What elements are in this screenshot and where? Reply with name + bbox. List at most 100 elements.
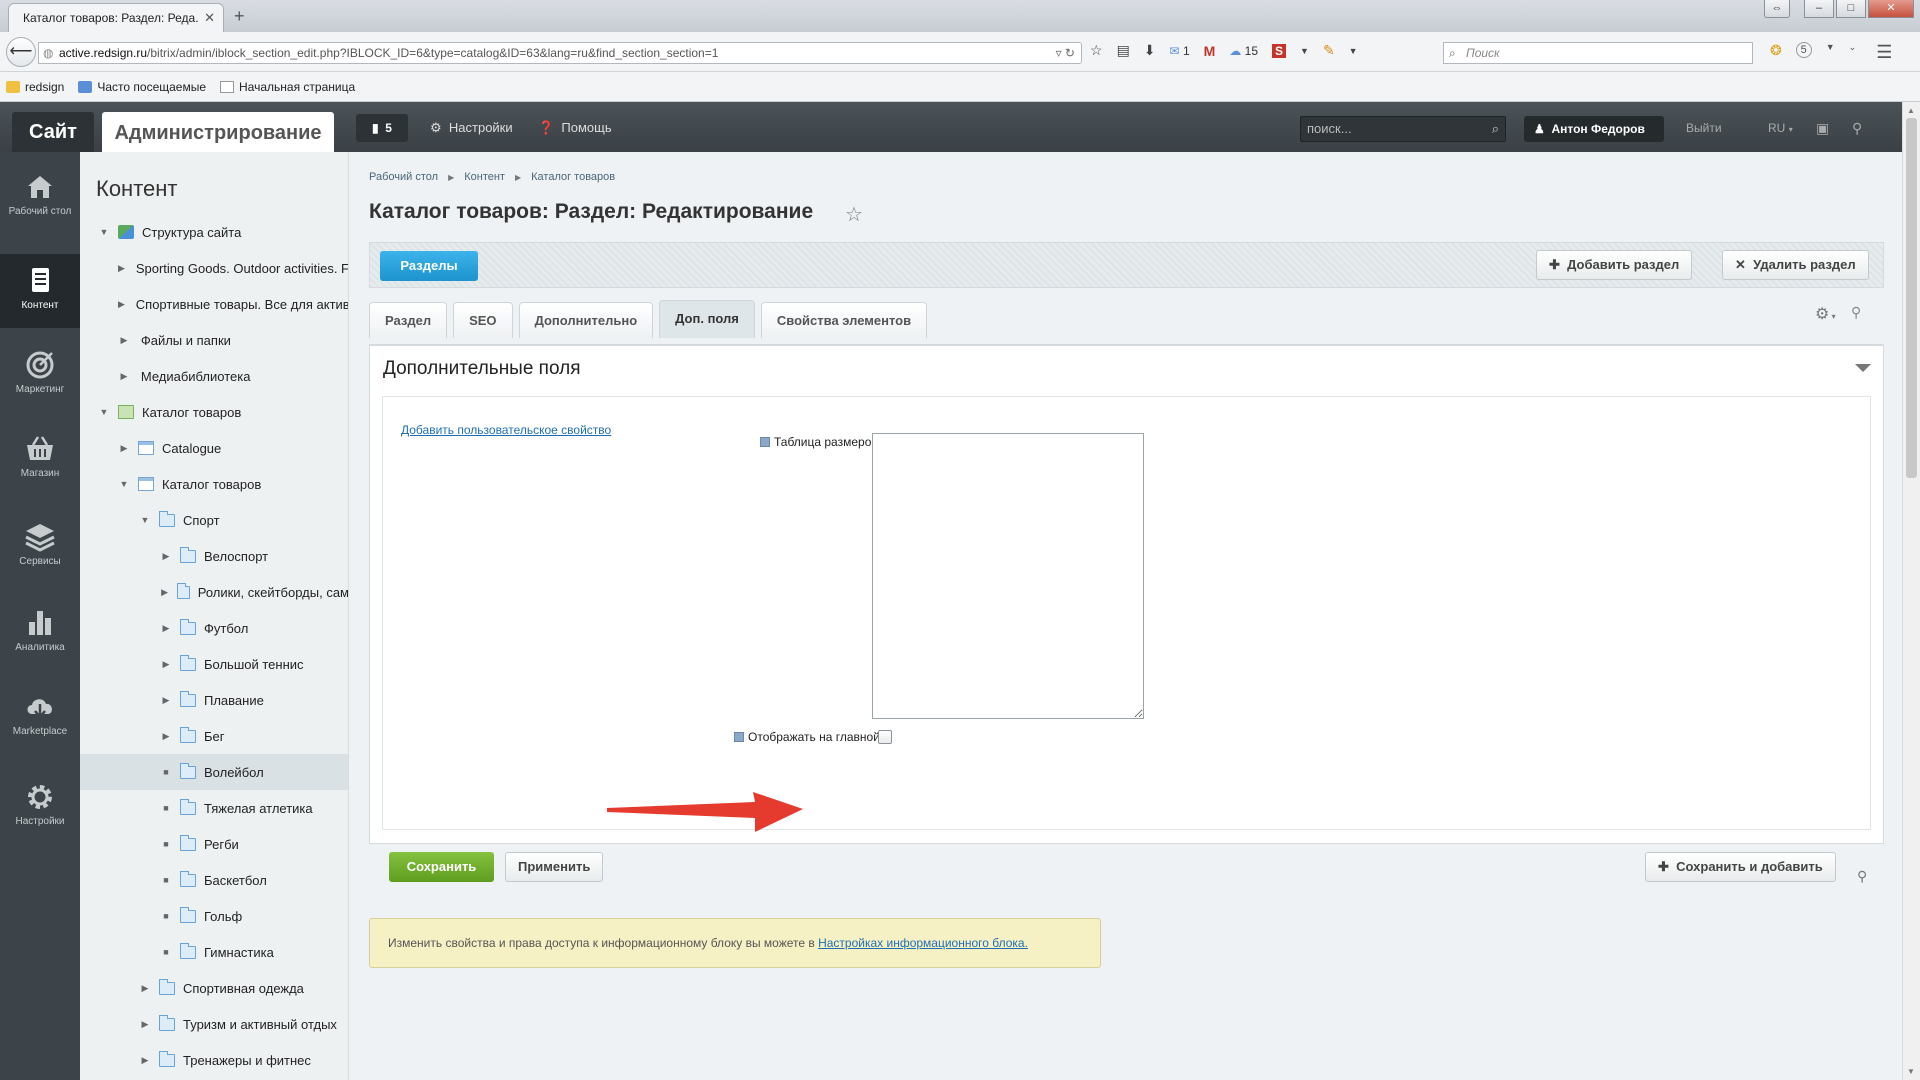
tree-item[interactable]: ■ Регби: [80, 826, 348, 862]
tree-item[interactable]: ■ Гимнастика: [80, 934, 348, 970]
tree-item[interactable]: ■ Тяжелая атлетика: [80, 790, 348, 826]
breadcrumb-item[interactable]: Рабочий стол: [369, 171, 438, 183]
clipboard-icon[interactable]: ▤: [1117, 42, 1130, 59]
tree-item[interactable]: ■ Баскетбол: [80, 862, 348, 898]
tree-item[interactable]: ▶ Тренажеры и фитнес: [80, 1042, 348, 1078]
bookmark-star-icon[interactable]: ☆: [1090, 42, 1103, 59]
pin-icon[interactable]: ⚲: [1851, 304, 1861, 321]
save-and-add-button[interactable]: ✚ Сохранить и добавить: [1645, 852, 1836, 882]
save-button[interactable]: Сохранить: [389, 852, 494, 882]
window-icon[interactable]: ▣: [1816, 114, 1829, 142]
tree-item[interactable]: ▼ Каталог товаров: [80, 394, 348, 430]
tree-item[interactable]: ▼ Каталог товаров: [80, 466, 348, 502]
menu-icon[interactable]: ☰: [1876, 42, 1892, 63]
restore-icon[interactable]: ⇔: [1764, 0, 1790, 18]
apply-button[interactable]: Применить: [505, 852, 604, 882]
chevron-right-icon[interactable]: ▶: [160, 731, 172, 742]
chevron-down-icon[interactable]: ▼: [118, 479, 130, 489]
breadcrumb-item[interactable]: Контент: [464, 171, 505, 183]
maximize-icon[interactable]: □: [1836, 0, 1866, 18]
language-selector[interactable]: RU ▾: [1768, 114, 1793, 142]
bookmark-redsign[interactable]: redsign: [6, 80, 64, 94]
close-window-icon[interactable]: ✕: [1868, 0, 1914, 18]
menu-marketplace[interactable]: Marketplace: [0, 692, 80, 762]
tree-item[interactable]: ▶ Ролики, скейтборды, сам: [80, 574, 348, 610]
site-tab[interactable]: Сайт: [12, 112, 94, 152]
chevron-right-icon[interactable]: ▶: [160, 695, 172, 706]
chevron-right-icon[interactable]: ▶: [118, 263, 125, 274]
chevron-down-icon[interactable]: ▼: [139, 515, 151, 525]
logout-link[interactable]: Выйти: [1686, 114, 1722, 142]
dropdown-arrow-icon[interactable]: ⌄: [1849, 42, 1857, 63]
counter-badge[interactable]: 5: [1795, 42, 1812, 58]
addon-badge-icon[interactable]: ❂: [1770, 42, 1782, 63]
chevron-down-icon[interactable]: ▼: [98, 227, 110, 237]
tree-item[interactable]: ▶ Файлы и папки: [80, 322, 348, 358]
chevron-right-icon[interactable]: ▶: [118, 299, 125, 310]
star-icon[interactable]: ☆: [845, 202, 863, 227]
tree-item[interactable]: ▶ Бег: [80, 718, 348, 754]
s-addon-icon[interactable]: S: [1272, 43, 1287, 58]
reload-icon[interactable]: ▿ ↻: [1056, 43, 1075, 63]
tab-section[interactable]: Раздел: [369, 302, 448, 338]
iblock-settings-link[interactable]: Настройках информационного блока.: [818, 936, 1028, 950]
tab-seo[interactable]: SEO: [453, 302, 513, 338]
admin-tab[interactable]: Администрирование: [102, 112, 334, 152]
show-on-main-checkbox[interactable]: [878, 730, 892, 744]
chevron-right-icon[interactable]: ▶: [139, 983, 151, 994]
tree-item-selected[interactable]: ■ Волейбол: [80, 754, 348, 790]
chevron-right-icon[interactable]: ▶: [160, 587, 169, 598]
chevron-right-icon[interactable]: ▶: [118, 371, 130, 382]
back-arrow-icon[interactable]: ⟵: [6, 37, 36, 67]
collapse-icon[interactable]: [1855, 364, 1871, 372]
download-icon[interactable]: ⬇: [1144, 42, 1156, 59]
scroll-up-icon[interactable]: ▲: [1907, 106, 1915, 115]
menu-shop[interactable]: Магазин: [0, 434, 80, 504]
menu-content[interactable]: Контент: [0, 254, 80, 328]
chevron-down-icon[interactable]: ▼: [98, 407, 110, 417]
browser-tab[interactable]: Каталог товаров: Раздел: Реда... ✕: [8, 3, 224, 32]
tree-item[interactable]: ▶ Большой теннис: [80, 646, 348, 682]
page-scrollbar[interactable]: ▲ ▼: [1902, 102, 1920, 1080]
bookmark-most-visited[interactable]: Часто посещаемые: [78, 80, 206, 94]
menu-desktop[interactable]: Рабочий стол: [0, 172, 80, 242]
notifications-button[interactable]: ▮ 5: [356, 114, 408, 142]
settings-link[interactable]: ⚙ Настройки: [430, 114, 513, 142]
tree-item[interactable]: ▶ Медиабиблиотека: [80, 358, 348, 394]
sections-button[interactable]: Разделы: [380, 251, 478, 281]
gmail-icon[interactable]: M: [1204, 43, 1216, 59]
new-tab-icon[interactable]: +: [234, 6, 245, 27]
dropdown-arrow-icon[interactable]: ▼: [1349, 46, 1358, 56]
address-bar[interactable]: ◍ active.redsign.ru/bitrix/admin/iblock_…: [38, 42, 1082, 64]
breadcrumb-item[interactable]: Каталог товаров: [531, 171, 615, 183]
admin-search-input[interactable]: поиск... ⌕: [1300, 116, 1506, 142]
addon-icon[interactable]: ✎: [1323, 42, 1335, 59]
mail-button[interactable]: ✉ 1: [1170, 44, 1190, 58]
browser-search-input[interactable]: ⌕ Поиск: [1443, 42, 1753, 64]
weather-button[interactable]: ☁ 15: [1229, 44, 1258, 58]
delete-section-button[interactable]: ✕ Удалить раздел: [1722, 250, 1869, 280]
tree-item[interactable]: ▶ Спортивные товары. Все для актив: [80, 286, 348, 322]
tab-extra-fields[interactable]: Доп. поля: [659, 300, 755, 338]
tree-item[interactable]: ▶ Спортивная одежда: [80, 970, 348, 1006]
chevron-right-icon[interactable]: ▶: [160, 551, 172, 562]
menu-services[interactable]: Сервисы: [0, 522, 80, 592]
menu-settings[interactable]: Настройки: [0, 782, 80, 852]
tab-element-properties[interactable]: Свойства элементов: [760, 302, 928, 338]
tree-item[interactable]: ▼ Структура сайта: [80, 214, 348, 250]
menu-marketing[interactable]: Маркетинг: [0, 350, 80, 420]
scroll-down-icon[interactable]: ▼: [1907, 1067, 1915, 1076]
add-property-link[interactable]: Добавить пользовательское свойство: [401, 423, 611, 437]
chevron-right-icon[interactable]: ▶: [139, 1055, 151, 1066]
pin-icon[interactable]: ⚲: [1852, 114, 1862, 142]
close-tab-icon[interactable]: ✕: [204, 10, 215, 26]
tree-item[interactable]: ▶ Плавание: [80, 682, 348, 718]
user-button[interactable]: ♟ Антон Федоров: [1524, 116, 1664, 142]
tree-item[interactable]: ▶ Футбол: [80, 610, 348, 646]
chevron-right-icon[interactable]: ▶: [139, 1019, 151, 1030]
menu-analytics[interactable]: Аналитика: [0, 608, 80, 678]
pin-icon[interactable]: ⚲: [1857, 868, 1867, 885]
chevron-right-icon[interactable]: ▶: [160, 659, 172, 670]
tree-item[interactable]: ▶ Catalogue: [80, 430, 348, 466]
tree-item[interactable]: ▼ Спорт: [80, 502, 348, 538]
